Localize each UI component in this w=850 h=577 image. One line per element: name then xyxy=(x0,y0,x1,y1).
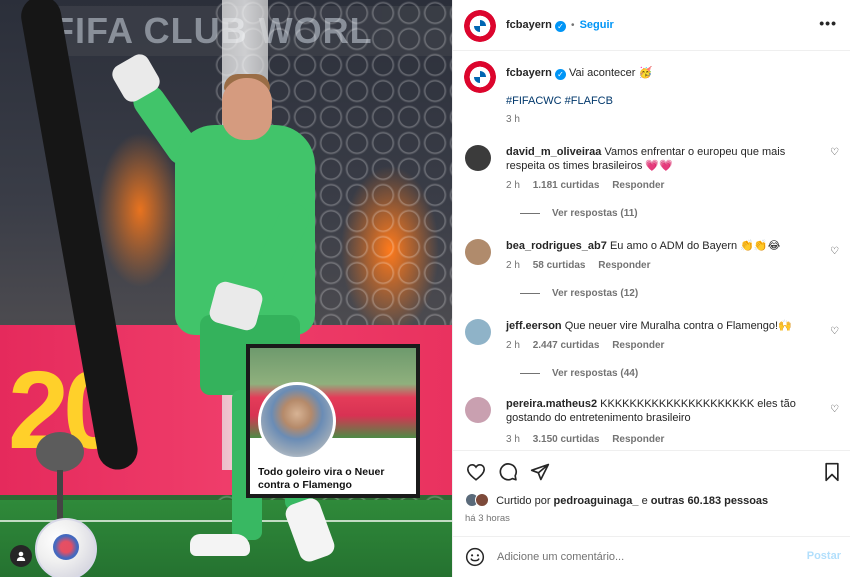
comment-text: Eu amo o ADM do Bayern 👏👏😂 xyxy=(609,240,781,252)
comment-avatar[interactable] xyxy=(465,239,491,265)
comment-reply-button[interactable]: Responder xyxy=(612,180,664,191)
meme-overlay-inset xyxy=(258,382,336,460)
liker-avatars[interactable] xyxy=(465,493,493,507)
view-replies-button[interactable]: Ver respostas (12) xyxy=(520,288,638,299)
comment-likes[interactable]: 58 curtidas xyxy=(533,260,586,271)
comment-body: pereira.matheus2 KKKKKKKKKKKKKKKKKKKKK e… xyxy=(506,397,826,425)
post-sidebar: fcbayern ✓ • Seguir ••• fcbayern ✓ Vai a… xyxy=(452,0,850,577)
caption-avatar[interactable] xyxy=(464,61,496,93)
comment-body: bea_rodrigues_ab7 Eu amo o ADM do Bayern… xyxy=(506,239,826,253)
caption-username[interactable]: fcbayern xyxy=(506,67,552,79)
more-options-icon[interactable]: ••• xyxy=(819,16,837,30)
camera-stand xyxy=(57,470,63,520)
comment-time: 2 h xyxy=(506,340,520,351)
likes-prefix: Curtido por xyxy=(496,495,551,507)
comment-avatar[interactable] xyxy=(465,319,491,345)
heart-icon[interactable] xyxy=(465,461,487,483)
comment-meta: 2 h 58 curtidas Responder xyxy=(506,260,661,271)
comment-icon[interactable] xyxy=(497,461,519,483)
comment-body: david_m_oliveiraa Vamos enfrentar o euro… xyxy=(506,145,826,173)
comment-time: 3 h xyxy=(506,434,520,445)
post-timestamp: há 3 horas xyxy=(465,513,510,524)
comment-input[interactable] xyxy=(497,547,787,567)
view-replies-button[interactable]: Ver respostas (44) xyxy=(520,368,638,379)
follow-button[interactable]: Seguir xyxy=(580,19,614,31)
meme-overlay-caption: Todo goleiro vira o Neuer contra o Flame… xyxy=(258,466,385,491)
comment-meta: 2 h 2.447 curtidas Responder xyxy=(506,340,674,351)
comment-like-icon[interactable]: ♡ xyxy=(830,246,839,257)
pitch-camera xyxy=(36,432,84,472)
comment-username[interactable]: bea_rodrigues_ab7 xyxy=(506,240,607,252)
share-icon[interactable] xyxy=(529,461,551,483)
header-username[interactable]: fcbayern xyxy=(506,19,552,31)
comment-likes[interactable]: 1.181 curtidas xyxy=(533,180,600,191)
comment-like-icon[interactable]: ♡ xyxy=(830,147,839,158)
comment-text: Que neuer vire Muralha contra o Flamengo… xyxy=(564,320,792,332)
caption-hashtags[interactable]: #FIFACWC #FLAFCB xyxy=(506,95,613,107)
meme-overlay-card: Todo goleiro vira o Neuer contra o Flame… xyxy=(246,344,420,498)
likes-user[interactable]: pedroaguinaga_ xyxy=(554,495,639,507)
likes-connector: e xyxy=(641,495,648,507)
comment-username[interactable]: jeff.eerson xyxy=(506,320,562,332)
comment-time: 2 h xyxy=(506,260,520,271)
tagged-users-button[interactable] xyxy=(10,545,32,567)
comment-meta: 3 h 3.150 curtidas Responder xyxy=(506,434,674,445)
caption-line: fcbayern ✓ Vai acontecer 🥳 xyxy=(506,66,652,80)
header-separator: • xyxy=(570,20,575,31)
header-user-row: fcbayern ✓ • Seguir xyxy=(506,19,614,32)
fcbayern-avatar[interactable] xyxy=(464,10,496,42)
comment-likes[interactable]: 3.150 curtidas xyxy=(533,434,600,445)
likes-others[interactable]: outras 60.183 pessoas xyxy=(651,495,768,507)
caption-time: 3 h xyxy=(506,114,520,125)
keeper-head xyxy=(222,78,272,140)
comment-meta: 2 h 1.181 curtidas Responder xyxy=(506,180,674,191)
comment-likes[interactable]: 2.447 curtidas xyxy=(533,340,600,351)
post-comment-button[interactable]: Postar xyxy=(807,550,841,562)
likes-summary: Curtido por pedroaguinaga_ e outras 60.1… xyxy=(465,493,768,507)
post-image[interactable]: FIFA CLUB WORL 20 Todo goleiro vira o Ne… xyxy=(0,0,452,577)
comment-body: jeff.eerson Que neuer vire Muralha contr… xyxy=(506,319,826,333)
comment-avatar[interactable] xyxy=(465,397,491,423)
comment-username[interactable]: david_m_oliveiraa xyxy=(506,146,601,158)
soccer-ball xyxy=(35,518,97,577)
comment-reply-button[interactable]: Responder xyxy=(612,340,664,351)
verified-badge-icon: ✓ xyxy=(554,69,566,80)
view-replies-button[interactable]: Ver respostas (11) xyxy=(520,208,638,219)
comment-avatar[interactable] xyxy=(465,145,491,171)
person-icon xyxy=(16,551,26,561)
action-bar xyxy=(453,450,850,494)
keeper-boot xyxy=(190,534,250,556)
bookmark-icon[interactable] xyxy=(821,461,843,483)
comment-like-icon[interactable]: ♡ xyxy=(830,404,839,415)
comment-username[interactable]: pereira.matheus2 xyxy=(506,398,597,410)
comment-time: 2 h xyxy=(506,180,520,191)
comment-like-icon[interactable]: ♡ xyxy=(830,326,839,337)
comment-reply-button[interactable]: Responder xyxy=(612,434,664,445)
comment-reply-button[interactable]: Responder xyxy=(598,260,650,271)
emoji-icon[interactable] xyxy=(465,547,485,570)
comment-composer: Postar xyxy=(453,536,850,577)
post-header: fcbayern ✓ • Seguir ••• xyxy=(453,0,850,51)
caption-text: Vai acontecer 🥳 xyxy=(568,67,653,79)
verified-badge-icon: ✓ xyxy=(554,21,566,32)
